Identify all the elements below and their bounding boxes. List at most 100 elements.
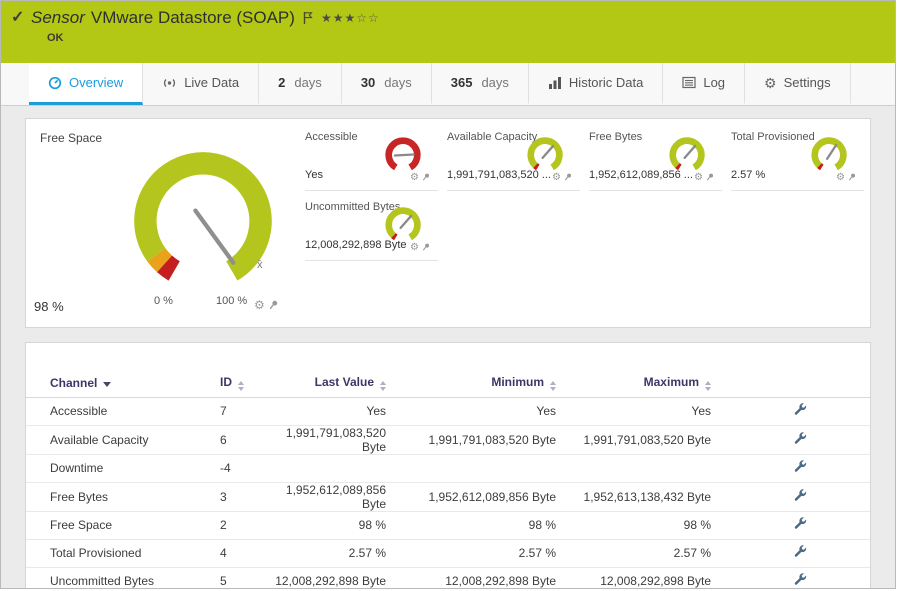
mini-gauge-value: 1,952,612,089,856 ... <box>589 169 693 181</box>
header-maximum[interactable]: Maximum <box>576 369 731 398</box>
historic-chart-icon <box>548 76 562 89</box>
mini-gauge-available-capacity: Available Capacity 1,991,791,083,520 ...… <box>447 127 580 191</box>
channel-settings-wrench-icon[interactable] <box>794 403 807 416</box>
tab-historic-data[interactable]: Historic Data <box>529 63 664 105</box>
gauge-gear-icon[interactable]: ⚙ <box>410 173 419 183</box>
channel-name: Accessible <box>26 397 196 426</box>
channel-settings-wrench-icon[interactable] <box>794 460 807 473</box>
table-row: Total Provisioned 4 2.57 % 2.57 % 2.57 % <box>26 539 870 568</box>
main-gauge-label: Free Space <box>40 131 103 145</box>
overview-icon <box>48 76 62 90</box>
table-row: Accessible 7 Yes Yes Yes <box>26 397 870 426</box>
tab-30-days-label: days <box>384 75 412 90</box>
mini-gauge-label: Free Bytes <box>589 131 643 143</box>
tab-log-label: Log <box>703 75 726 90</box>
channel-id: 2 <box>196 511 271 540</box>
gauge-pin-icon[interactable] <box>564 169 572 187</box>
tab-live-data[interactable]: Live Data <box>143 63 260 105</box>
free-space-gauge <box>134 152 272 281</box>
tab-2-days[interactable]: 2 days <box>259 63 342 105</box>
channel-settings-wrench-icon[interactable] <box>794 545 807 558</box>
tab-365-days[interactable]: 365 days <box>432 63 529 105</box>
table-header-row: Channel ID Last Value Minimum Maximum <box>26 369 870 398</box>
sort-icon <box>380 380 386 391</box>
gauge-pin-icon[interactable] <box>422 239 430 257</box>
header-channel[interactable]: Channel <box>26 369 196 398</box>
table-row: Uncommitted Bytes 5 12,008,292,898 Byte … <box>26 567 870 588</box>
channel-min: 2.57 % <box>406 539 576 568</box>
channel-max: 1,952,613,138,432 Byte <box>576 482 731 512</box>
gauge-gear-icon[interactable]: ⚙ <box>254 299 265 311</box>
gauge-pin-icon[interactable] <box>848 169 856 187</box>
gauge-pin-icon[interactable] <box>706 169 714 187</box>
average-marker: x̄ <box>257 259 263 271</box>
gauge-pin-icon[interactable] <box>422 169 430 187</box>
channel-max <box>576 454 731 483</box>
settings-gear-icon: ⚙ <box>764 74 777 91</box>
content-area: Free Space 0 % 100 % 98 % x̄ ⚙ Accessibl… <box>1 106 895 588</box>
gauge-gear-icon[interactable]: ⚙ <box>410 243 419 253</box>
channel-id: 7 <box>196 397 271 426</box>
channel-settings-wrench-icon[interactable] <box>794 517 807 530</box>
gauge-gear-icon[interactable]: ⚙ <box>694 173 703 183</box>
mini-gauge-uncommitted-bytes: Uncommitted Bytes 12,008,292,898 Byte ⚙ <box>305 197 438 261</box>
log-icon <box>682 76 696 89</box>
header-id[interactable]: ID <box>196 369 271 398</box>
mini-gauge-value: Yes <box>305 169 323 181</box>
sensor-kind: Sensor <box>31 8 85 27</box>
tab-2-days-label: days <box>294 75 322 90</box>
gauge-pin-icon[interactable] <box>269 300 278 311</box>
tab-settings[interactable]: ⚙ Settings <box>745 63 851 105</box>
header-actions <box>731 369 870 398</box>
main-gauge-max-label: 100 % <box>216 295 248 307</box>
tab-365-days-num: 365 <box>450 75 473 90</box>
gauge-gear-icon[interactable]: ⚙ <box>836 173 845 183</box>
tab-2-days-num: 2 <box>278 75 286 90</box>
main-gauge-min-label: 0 % <box>154 295 173 307</box>
channel-min: 1,991,791,083,520 Byte <box>406 425 576 455</box>
channel-min: 1,952,612,089,856 Byte <box>406 482 576 512</box>
tab-365-days-label: days <box>481 75 509 90</box>
sensor-title: VMware Datastore (SOAP) <box>90 8 295 27</box>
tab-live-data-label: Live Data <box>184 75 240 90</box>
channels-panel: Channel ID Last Value Minimum Maximum Ac… <box>25 342 871 588</box>
channel-settings-wrench-icon[interactable] <box>794 431 807 445</box>
tab-overview[interactable]: Overview <box>29 63 144 105</box>
channel-last: 2.57 % <box>271 539 406 568</box>
gauges-panel: Free Space 0 % 100 % 98 % x̄ ⚙ Accessibl… <box>25 118 871 328</box>
mini-gauge-total-provisioned: Total Provisioned 2.57 % ⚙ <box>731 127 864 191</box>
channel-id: 4 <box>196 539 271 568</box>
mini-gauge-value: 1,991,791,083,520 ... <box>447 169 551 181</box>
main-gauge-value: 98 % <box>34 299 64 314</box>
stars-filled: ★★★ <box>320 11 357 25</box>
table-row: Available Capacity 6 1,991,791,083,520 B… <box>26 425 870 455</box>
sensor-page: ✓ Sensor VMware Datastore (SOAP) ★★★☆☆ O… <box>0 0 896 589</box>
gauge-gear-icon[interactable]: ⚙ <box>552 173 561 183</box>
priority-stars[interactable]: ★★★☆☆ <box>321 11 380 25</box>
channel-last: 1,991,791,083,520 Byte <box>271 425 406 455</box>
channel-max: 1,991,791,083,520 Byte <box>576 425 731 455</box>
mini-gauge-accessible: Accessible Yes ⚙ <box>305 127 438 191</box>
channel-min: Yes <box>406 397 576 426</box>
channel-last: Yes <box>271 397 406 426</box>
live-data-icon <box>162 76 177 90</box>
channel-name: Downtime <box>26 454 196 483</box>
channel-min: 98 % <box>406 511 576 540</box>
header-minimum[interactable]: Minimum <box>406 369 576 398</box>
channel-settings-wrench-icon[interactable] <box>794 573 807 586</box>
favorite-flag-icon[interactable] <box>303 11 313 25</box>
channel-last: 12,008,292,898 Byte <box>271 567 406 588</box>
sensor-titleline: Sensor VMware Datastore (SOAP) ★★★☆☆ <box>31 8 380 28</box>
table-row: Downtime -4 <box>26 454 870 483</box>
tab-historic-data-label: Historic Data <box>568 75 644 90</box>
status-badge: OK <box>47 32 64 44</box>
sort-desc-icon <box>103 381 112 387</box>
header-last-value[interactable]: Last Value <box>271 369 406 398</box>
channel-min: 12,008,292,898 Byte <box>406 567 576 588</box>
tab-log[interactable]: Log <box>663 63 746 105</box>
channel-settings-wrench-icon[interactable] <box>794 488 807 502</box>
main-gauge-actions: ⚙ <box>254 299 278 311</box>
channel-name: Available Capacity <box>26 425 196 455</box>
channel-max: 98 % <box>576 511 731 540</box>
tab-30-days[interactable]: 30 days <box>342 63 432 105</box>
